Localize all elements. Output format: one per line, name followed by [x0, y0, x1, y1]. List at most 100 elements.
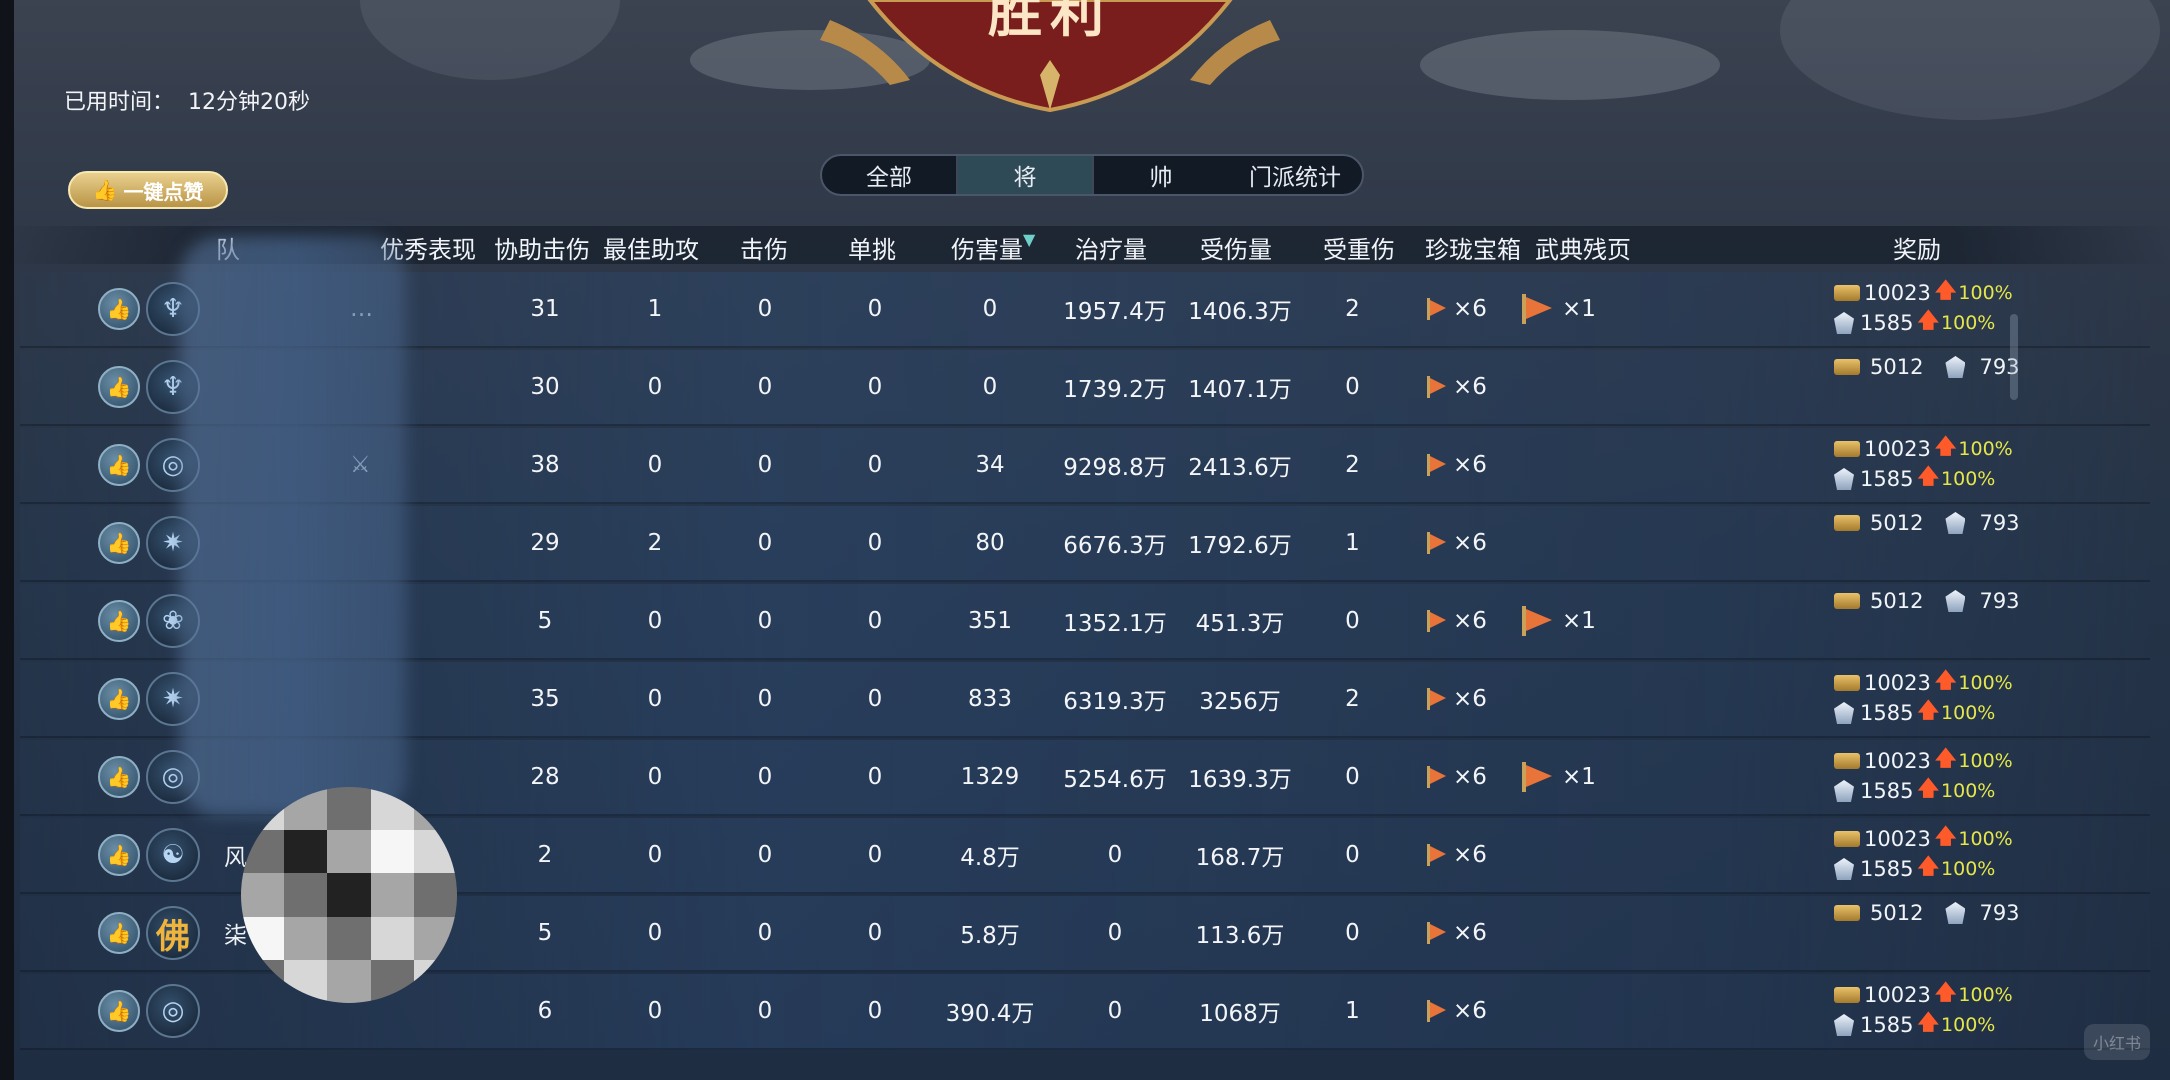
- taken-cell: 3256万: [1199, 689, 1281, 715]
- reward-silver-bonus: 100%: [1941, 312, 1996, 334]
- best-assist-cell: 2: [647, 530, 663, 556]
- thumbs-up-icon: 👍: [106, 609, 132, 633]
- chest-cell: ×6: [1425, 506, 1515, 580]
- assist-cell: 6: [537, 998, 553, 1024]
- sect-avatar: ☯: [146, 828, 200, 882]
- coin-icon: [1834, 441, 1860, 457]
- victory-title: 胜利: [988, 0, 1112, 44]
- pages-flag-icon: [1520, 294, 1554, 324]
- col-damage[interactable]: 伤害量▼: [951, 230, 1035, 265]
- token-icon: [1945, 356, 1966, 378]
- arrow-up-icon: 🡅: [1917, 307, 1940, 332]
- duel-cell: 0: [867, 608, 883, 634]
- reward-gold: 10023: [1864, 671, 1931, 695]
- like-player-button[interactable]: 👍: [98, 990, 140, 1032]
- severe-cell: 2: [1345, 452, 1360, 478]
- tab-commander[interactable]: 帅: [1094, 156, 1228, 194]
- taken-cell: 2413.6万: [1188, 455, 1292, 481]
- token-icon: [1834, 858, 1854, 880]
- sort-desc-icon: ▼: [1023, 230, 1036, 249]
- like-player-button[interactable]: 👍: [98, 600, 140, 642]
- severe-cell: 0: [1345, 842, 1360, 868]
- heal-cell: 0: [1107, 842, 1123, 868]
- reward-cell: 10023 🡅 100% 1585 🡅 100%: [1834, 272, 2134, 346]
- reward-gold: 10023: [1864, 983, 1931, 1007]
- col-heal: 治疗量: [1075, 236, 1147, 264]
- cloud-decoration: [1420, 30, 1720, 100]
- like-player-button[interactable]: 👍: [98, 678, 140, 720]
- reward-silver-bonus: 100%: [1941, 1014, 1996, 1036]
- col-taken: 受伤量: [1200, 236, 1272, 264]
- reward-gold-bonus: 100%: [1958, 438, 2013, 460]
- token-icon: [1834, 780, 1854, 802]
- chest-flag-icon: [1425, 766, 1446, 788]
- col-reward: 奖励: [1893, 236, 1941, 264]
- reward-cell: 10023 🡅 100% 1585 🡅 100%: [1834, 818, 2134, 892]
- chest-cell: ×6: [1425, 896, 1515, 970]
- like-player-button[interactable]: 👍: [98, 912, 140, 954]
- heal-cell: 9298.8万: [1063, 455, 1167, 481]
- like-player-button[interactable]: 👍: [98, 834, 140, 876]
- thumbs-up-icon: 👍: [106, 999, 132, 1023]
- chest-cell: ×6: [1425, 740, 1515, 814]
- assist-cell: 31: [530, 296, 560, 322]
- like-player-button[interactable]: 👍: [98, 288, 140, 330]
- token-icon: [1834, 468, 1854, 490]
- kills-cell: 0: [757, 608, 773, 634]
- token-icon: [1834, 702, 1854, 724]
- kills-cell: 0: [757, 530, 773, 556]
- heal-cell: 6319.3万: [1063, 689, 1167, 715]
- col-chest: 珍珑宝箱: [1425, 236, 1521, 264]
- cloud-decoration: [1780, 0, 2160, 120]
- arrow-up-icon: 🡅: [1917, 697, 1940, 722]
- duel-cell: 0: [867, 764, 883, 790]
- best-assist-cell: 1: [647, 296, 663, 322]
- reward-gold-bonus: 100%: [1958, 282, 2013, 304]
- kills-cell: 0: [757, 998, 773, 1024]
- token-icon: [1945, 512, 1966, 534]
- best-assist-cell: 0: [647, 374, 663, 400]
- reward-gold-line: 10023 🡅 100%: [1834, 824, 2134, 854]
- chest-count: ×6: [1453, 998, 1487, 1024]
- reward-silver: 793: [1979, 589, 2020, 613]
- taken-cell: 1792.6万: [1188, 533, 1292, 559]
- heal-cell: 1739.2万: [1063, 377, 1167, 403]
- scrollbar-thumb[interactable]: [2010, 314, 2018, 400]
- kills-cell: 0: [757, 374, 773, 400]
- like-player-button[interactable]: 👍: [98, 366, 140, 408]
- damage-cell: 5.8万: [960, 923, 1020, 949]
- heal-cell: 0: [1107, 998, 1123, 1024]
- chest-count: ×6: [1453, 452, 1487, 478]
- like-player-button[interactable]: 👍: [98, 522, 140, 564]
- coin-icon: [1834, 831, 1860, 847]
- reward-silver: 1585: [1860, 1013, 1914, 1037]
- like-player-button[interactable]: 👍: [98, 756, 140, 798]
- like-player-button[interactable]: 👍: [98, 444, 140, 486]
- tab-general[interactable]: 将: [958, 156, 1092, 194]
- severe-cell: 0: [1345, 374, 1360, 400]
- token-icon: [1945, 902, 1966, 924]
- arrow-up-icon: 🡅: [1917, 775, 1940, 800]
- tab-all[interactable]: 全部: [822, 156, 956, 194]
- chest-flag-icon: [1425, 454, 1446, 476]
- chest-cell: ×6: [1425, 974, 1515, 1048]
- reward-gold-bonus: 100%: [1958, 828, 2013, 850]
- reward-gold-bonus: 100%: [1958, 672, 2013, 694]
- reward-silver-line: 1585 🡅 100%: [1834, 308, 2134, 338]
- coin-icon: [1834, 675, 1860, 691]
- coin-icon: [1834, 359, 1860, 375]
- damage-cell: 34: [975, 452, 1005, 478]
- tab-sect-stats[interactable]: 门派统计: [1228, 156, 1362, 194]
- severe-cell: 1: [1345, 998, 1360, 1024]
- elapsed-label: 已用时间：: [64, 90, 175, 115]
- duel-cell: 0: [867, 920, 883, 946]
- reward-gold: 10023: [1864, 749, 1931, 773]
- damage-cell: 0: [982, 374, 998, 400]
- coin-icon: [1834, 905, 1860, 921]
- thumbs-up-icon: 👍: [106, 843, 132, 867]
- left-frame-edge: [0, 0, 14, 1080]
- damage-cell: 390.4万: [945, 1001, 1035, 1027]
- like-all-button[interactable]: 👍 一键点赞: [68, 171, 228, 209]
- arrow-up-icon: 🡅: [1917, 1009, 1940, 1034]
- chest-cell: ×6: [1425, 350, 1515, 424]
